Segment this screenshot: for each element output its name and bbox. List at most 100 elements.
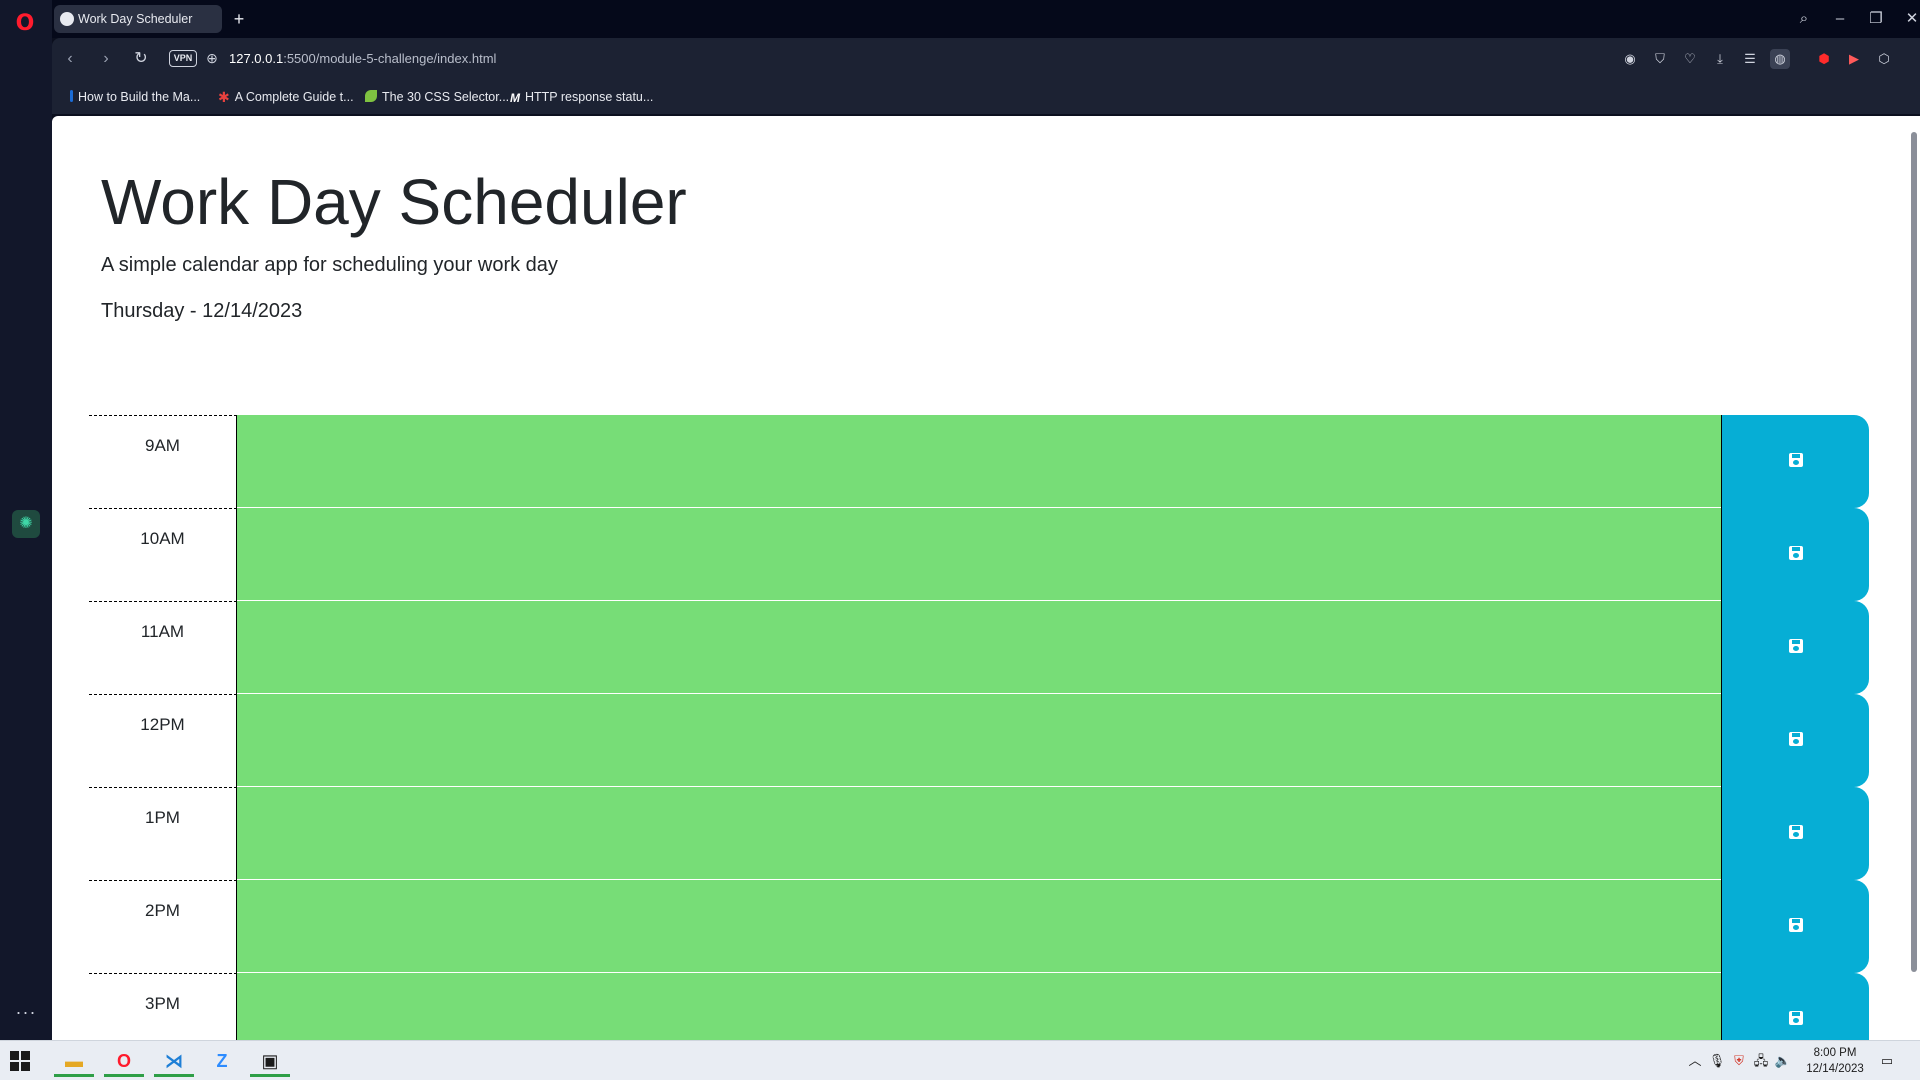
tab-active[interactable]: Work Day Scheduler xyxy=(54,5,222,33)
security-icon[interactable]: ⛨ xyxy=(1730,1052,1748,1070)
bookmark-item[interactable]: How to Build the Ma... xyxy=(70,88,200,106)
save-icon xyxy=(1789,825,1803,839)
taskbar: ▬ O ⋊ Z ▣ ︿ 🎙 ⛨ 🖧 🔈 8:00 PM 12/14/2023 ▭ xyxy=(0,1040,1920,1080)
minimize-button[interactable]: – xyxy=(1828,8,1852,30)
save-button[interactable] xyxy=(1721,880,1869,973)
url-host: 127.0.0.1 xyxy=(229,51,284,66)
clock-time: 8:00 PM xyxy=(1813,1047,1857,1059)
new-tab-button[interactable]: + xyxy=(228,8,250,30)
save-button[interactable] xyxy=(1721,601,1869,694)
tab-strip: Work Day Scheduler + ⌕ – ❐ ✕ xyxy=(52,0,1920,38)
time-block-row: 3PM xyxy=(89,973,1869,1040)
chatgpt-icon[interactable]: ✺ xyxy=(12,510,40,538)
page-title: Work Day Scheduler xyxy=(101,166,687,238)
volume-icon[interactable]: 🔈 xyxy=(1774,1052,1792,1070)
bookmark-item[interactable]: ✱ A Complete Guide t... xyxy=(218,88,354,106)
time-block-row: 1PM xyxy=(89,787,1869,880)
clock-date: 12/14/2023 xyxy=(1806,1063,1864,1075)
bookmark-item[interactable]: The 30 CSS Selector... xyxy=(365,88,509,106)
hour-label: 10AM xyxy=(89,508,237,601)
event-description-input[interactable] xyxy=(237,787,1721,880)
windows-start-icon[interactable] xyxy=(10,1051,30,1071)
event-description-input[interactable] xyxy=(237,880,1721,973)
microphone-icon[interactable]: 🎙 xyxy=(1708,1052,1726,1070)
network-icon[interactable]: 🖧 xyxy=(1752,1052,1770,1070)
mdn-icon: M xyxy=(510,91,520,105)
opera-taskbar-icon[interactable]: O xyxy=(104,1045,144,1077)
hour-label: 11AM xyxy=(89,601,237,694)
hour-label: 12PM xyxy=(89,694,237,787)
camera-icon[interactable]: ◉ xyxy=(1620,49,1640,69)
tab-title: Work Day Scheduler xyxy=(78,12,193,26)
bookmark-label: How to Build the Ma... xyxy=(78,90,201,104)
shield-icon[interactable]: ⛉ xyxy=(1650,49,1670,69)
time-block-row: 9AM xyxy=(89,415,1869,508)
event-description-input[interactable] xyxy=(237,508,1721,601)
time-block-row: 11AM xyxy=(89,601,1869,694)
profile-icon[interactable]: ◍ xyxy=(1770,49,1790,69)
save-icon xyxy=(1789,732,1803,746)
address-toolbar: ‹ › ↻ VPN ⊕ 127.0.0.1:5500/module-5-chal… xyxy=(52,38,1920,80)
file-explorer-icon[interactable]: ▬ xyxy=(54,1045,94,1077)
save-icon xyxy=(1789,1011,1803,1025)
heart-icon[interactable]: ♡ xyxy=(1680,49,1700,69)
show-hidden-icons-icon[interactable]: ︿ xyxy=(1686,1052,1704,1070)
page-header: Work Day Scheduler A simple calendar app… xyxy=(52,116,1906,416)
hour-label: 1PM xyxy=(89,787,237,880)
event-description-input[interactable] xyxy=(237,973,1721,1040)
event-description-input[interactable] xyxy=(237,601,1721,694)
system-clock[interactable]: 8:00 PM 12/14/2023 xyxy=(1800,1045,1870,1077)
time-block-row: 10AM xyxy=(89,508,1869,601)
back-button[interactable]: ‹ xyxy=(58,48,82,70)
search-icon[interactable]: ⌕ xyxy=(1792,8,1816,30)
more-options-icon[interactable]: ··· xyxy=(12,1003,40,1024)
save-button[interactable] xyxy=(1721,787,1869,880)
terminal-icon[interactable]: ▣ xyxy=(250,1045,290,1077)
time-block-row: 2PM xyxy=(89,880,1869,973)
current-day: Thursday - 12/14/2023 xyxy=(101,300,303,322)
hour-label: 3PM xyxy=(89,973,237,1040)
save-button[interactable] xyxy=(1721,973,1869,1040)
save-button[interactable] xyxy=(1721,694,1869,787)
url-path: :5500/module-5-challenge/index.html xyxy=(283,51,497,66)
hour-label: 9AM xyxy=(89,415,237,508)
asterisk-icon: ✱ xyxy=(218,89,230,105)
save-icon xyxy=(1789,453,1803,467)
easy-setup-icon[interactable]: ☰ xyxy=(1740,49,1760,69)
notifications-icon[interactable]: ▭ xyxy=(1878,1052,1896,1070)
save-icon xyxy=(1789,546,1803,560)
vscode-icon[interactable]: ⋊ xyxy=(154,1045,194,1077)
ublock-icon[interactable]: ⬢ xyxy=(1814,49,1834,69)
bookmark-label: A Complete Guide t... xyxy=(234,90,354,104)
hour-label: 2PM xyxy=(89,880,237,973)
extension-icon[interactable]: ▶ xyxy=(1844,49,1864,69)
save-button[interactable] xyxy=(1721,415,1869,508)
browser-sidebar: O ✺ ··· xyxy=(0,0,52,1040)
close-button[interactable]: ✕ xyxy=(1900,8,1920,30)
vertical-scrollbar[interactable] xyxy=(1906,116,1920,1040)
address-field[interactable]: 127.0.0.1:5500/module-5-challenge/index.… xyxy=(229,49,496,69)
extensions-cube-icon[interactable]: ⬡ xyxy=(1874,49,1894,69)
globe-favicon-icon xyxy=(60,12,74,26)
save-button[interactable] xyxy=(1721,508,1869,601)
scrollbar-thumb[interactable] xyxy=(1911,132,1917,972)
save-icon xyxy=(1789,639,1803,653)
leaf-icon xyxy=(365,90,377,102)
zoom-icon[interactable]: Z xyxy=(202,1045,242,1077)
event-description-input[interactable] xyxy=(237,415,1721,508)
time-block-row: 12PM xyxy=(89,694,1869,787)
bookmark-item[interactable]: M HTTP response statu... xyxy=(510,88,653,106)
bookmark-label: The 30 CSS Selector... xyxy=(382,90,510,104)
restore-button[interactable]: ❐ xyxy=(1864,8,1888,30)
event-description-input[interactable] xyxy=(237,694,1721,787)
reload-button[interactable]: ↻ xyxy=(129,48,153,70)
page-viewport: Work Day Scheduler A simple calendar app… xyxy=(52,116,1920,1040)
bookmarks-bar: How to Build the Ma... ✱ A Complete Guide… xyxy=(52,80,1920,114)
page-subtitle: A simple calendar app for scheduling you… xyxy=(101,254,558,276)
opera-logo-icon[interactable]: O xyxy=(13,12,37,36)
bookmark-label: HTTP response statu... xyxy=(525,90,654,104)
site-info-icon[interactable]: ⊕ xyxy=(203,49,221,67)
forward-button[interactable]: › xyxy=(94,48,118,70)
download-icon[interactable]: ⤓ xyxy=(1710,49,1730,69)
vpn-badge[interactable]: VPN xyxy=(169,50,197,67)
